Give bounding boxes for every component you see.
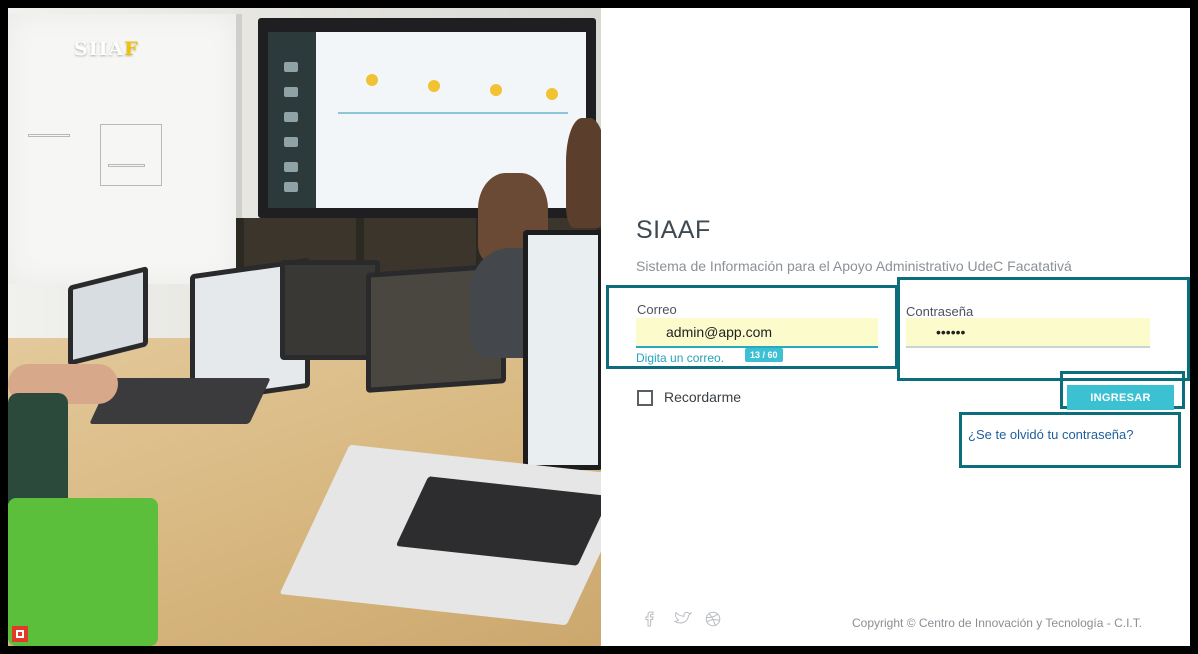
background-photo: SIIAF bbox=[8, 8, 601, 646]
app-title: SIAAF bbox=[636, 216, 711, 244]
login-page: SIIAF SIAAF Sistema de Información para … bbox=[8, 8, 1190, 646]
remember-label: Recordarme bbox=[664, 389, 742, 405]
corner-badge-icon bbox=[12, 626, 28, 642]
email-char-counter: 13 / 60 bbox=[745, 348, 783, 362]
email-label: Correo bbox=[637, 302, 677, 317]
photo-person bbox=[566, 118, 601, 228]
photo-laptop bbox=[523, 230, 601, 470]
password-input[interactable] bbox=[906, 318, 1150, 348]
twitter-icon[interactable] bbox=[673, 611, 693, 630]
dribbble-icon[interactable] bbox=[705, 611, 721, 631]
copyright-text: Copyright © Centro de Innovación y Tecno… bbox=[852, 616, 1143, 630]
siiaf-logo: SIIAF bbox=[74, 38, 139, 60]
email-helper-text: Digita un correo. bbox=[636, 351, 725, 365]
facebook-icon[interactable] bbox=[645, 611, 655, 631]
forgot-password-link[interactable]: ¿Se te olvidó tu contraseña? bbox=[968, 427, 1134, 442]
email-input[interactable] bbox=[636, 318, 878, 348]
password-label: Contraseña bbox=[906, 304, 974, 319]
app-subtitle: Sistema de Información para el Apoyo Adm… bbox=[636, 258, 1072, 274]
photo-laptop bbox=[280, 260, 380, 360]
photo-tv bbox=[258, 18, 596, 218]
photo-person-arm bbox=[8, 393, 68, 513]
ingresar-button[interactable]: INGRESAR bbox=[1067, 385, 1174, 410]
photo-chair bbox=[8, 498, 158, 646]
remember-checkbox[interactable] bbox=[637, 390, 653, 406]
